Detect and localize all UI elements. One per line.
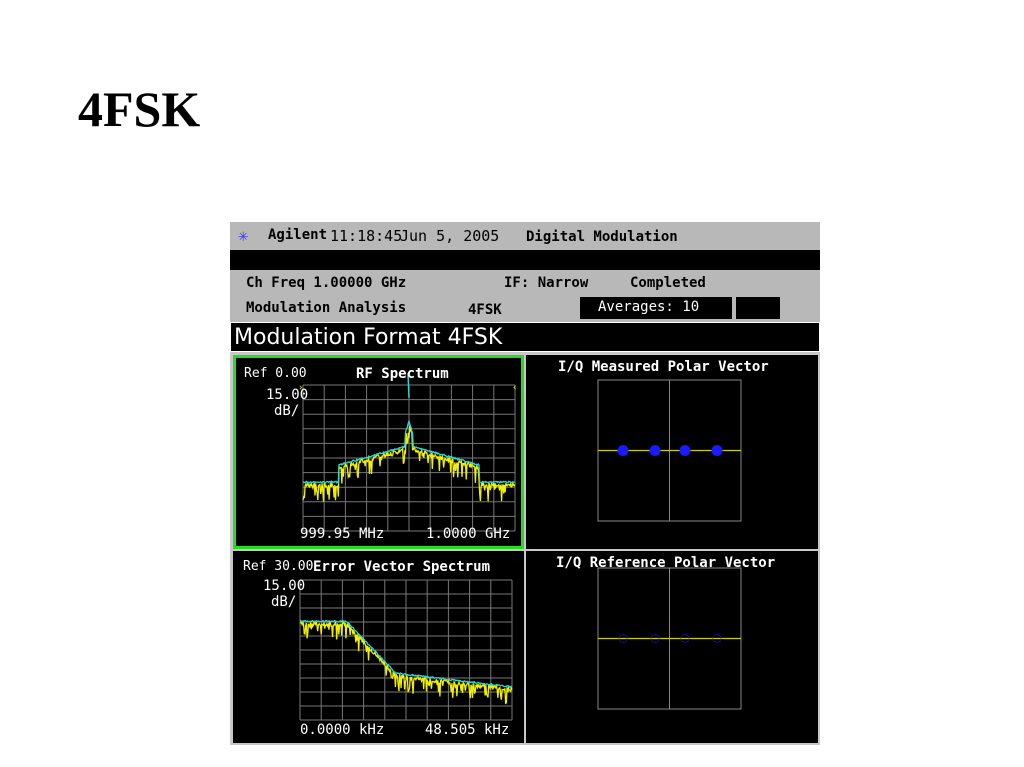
header-bar: ✳ Agilent 11:18:45 Jun 5, 2005 Digital M… <box>230 222 820 250</box>
instrument-screen: ✳ Agilent 11:18:45 Jun 5, 2005 Digital M… <box>230 222 820 745</box>
start-freq: 0.0000 kHz <box>300 722 385 738</box>
blank-box <box>736 297 780 319</box>
ch-freq: Ch Freq 1.00000 GHz <box>246 275 407 291</box>
stop-freq: 1.0000 GHz <box>426 526 511 542</box>
averages: Averages: 10 <box>598 299 700 315</box>
screen-title-bar: Modulation Format 4FSK <box>230 322 820 352</box>
reference-polar-panel[interactable]: I/Q Reference Polar Vector <box>526 551 818 743</box>
stop-freq: 48.505 kHz <box>425 722 510 738</box>
date: Jun 5, 2005 <box>400 227 500 245</box>
slide-title: 4FSK <box>78 81 201 137</box>
mode: Digital Modulation <box>526 229 678 245</box>
error-vector-spectrum-panel[interactable]: Ref 30.00 Error Vector Spectrum 15.00 dB… <box>233 551 524 743</box>
measured-polar-plot <box>597 379 742 522</box>
scale-unit: dB/ <box>271 594 297 610</box>
info-bar: Ch Freq 1.00000 GHz IF: Narrow Completed… <box>230 270 820 322</box>
agilent-logo-icon: ✳ <box>238 226 249 246</box>
measurement: Modulation Analysis <box>246 300 407 316</box>
panel-title: I/Q Measured Polar Vector <box>558 359 769 375</box>
scale: 15.00 <box>266 387 309 403</box>
scale: 15.00 <box>263 578 306 594</box>
panel-title: I/Q Reference Polar Vector <box>556 555 776 571</box>
reference-polar-plot <box>597 567 742 710</box>
if-bandwidth: IF: Narrow <box>504 275 589 291</box>
scale-unit: dB/ <box>274 403 300 419</box>
symbol-point <box>711 445 723 456</box>
panel-title: RF Spectrum <box>356 366 449 382</box>
format: 4FSK <box>468 302 502 318</box>
symbol-point <box>649 445 661 456</box>
symbol-point <box>679 445 691 456</box>
averages-box: Averages: 10 <box>580 297 732 319</box>
status: Completed <box>630 275 706 291</box>
ref-level: Ref 0.00 <box>244 366 307 381</box>
screen-title: Modulation Format 4FSK <box>234 325 503 350</box>
time: 11:18:45 <box>330 227 403 245</box>
ref-level: Ref 30.00 <box>243 559 314 574</box>
symbol-point <box>617 445 629 456</box>
start-freq: 999.95 MHz <box>300 526 385 542</box>
marker-right-icon: ‹ <box>512 383 517 393</box>
measured-polar-panel[interactable]: I/Q Measured Polar Vector <box>526 355 818 549</box>
panel-title: Error Vector Spectrum <box>313 559 491 575</box>
rf-spectrum-panel[interactable]: › ‹ Ref 0.00 RF Spectrum 15.00 dB/ 999.95… <box>233 355 524 549</box>
brand: Agilent <box>268 227 328 243</box>
